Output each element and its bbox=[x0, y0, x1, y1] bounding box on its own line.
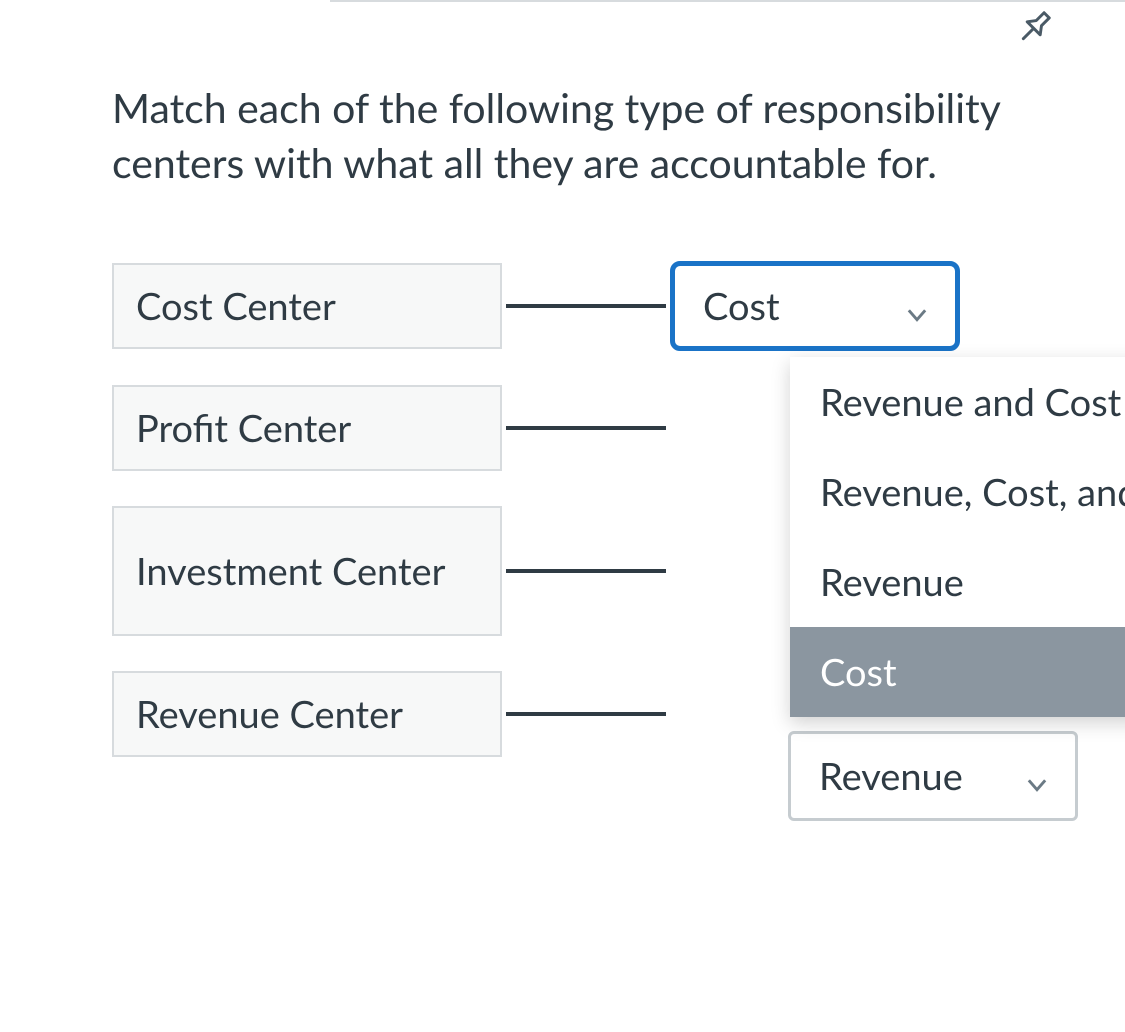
dropdown-panel: Revenue and Cost Revenue, Cost, and Reve… bbox=[790, 357, 1125, 717]
select-cost-center[interactable]: Cost bbox=[670, 261, 960, 351]
left-term-cost-center: Cost Center bbox=[112, 263, 502, 349]
left-term-label: Investment Center bbox=[136, 548, 445, 594]
dropdown-option-revenue[interactable]: Revenue bbox=[790, 537, 1125, 627]
connector-line bbox=[506, 426, 666, 430]
dropdown-option-label: Revenue and Cost bbox=[820, 379, 1121, 425]
left-term-label: Cost Center bbox=[136, 283, 336, 329]
dropdown-option-cost[interactable]: Cost bbox=[790, 627, 1125, 717]
dropdown-option-label: Revenue bbox=[820, 559, 964, 605]
left-term-label: Revenue Center bbox=[136, 691, 403, 737]
match-row-cost-center: Cost Center Cost bbox=[112, 261, 1125, 351]
select-revenue-center[interactable]: Revenue bbox=[788, 731, 1078, 821]
match-area: Cost Center Cost Profit Center Investmen… bbox=[112, 261, 1125, 759]
dropdown-option-label: Revenue, Cost, and bbox=[820, 469, 1125, 515]
left-term-revenue-center: Revenue Center bbox=[112, 671, 502, 757]
select-value: Cost bbox=[703, 283, 780, 329]
question-text: Match each of the following type of resp… bbox=[112, 80, 1052, 191]
chevron-down-icon bbox=[903, 292, 931, 320]
dropdown-option-label: Cost bbox=[820, 649, 897, 695]
left-term-label: Profit Center bbox=[136, 405, 351, 451]
dropdown-option-revenue-cost-and[interactable]: Revenue, Cost, and bbox=[790, 447, 1125, 537]
connector-line bbox=[506, 569, 666, 573]
left-term-profit-center: Profit Center bbox=[112, 385, 502, 471]
left-term-investment-center: Investment Center bbox=[112, 506, 502, 636]
select-value: Revenue bbox=[819, 753, 963, 799]
connector-line bbox=[506, 304, 666, 308]
dropdown-option-revenue-and-cost[interactable]: Revenue and Cost bbox=[790, 357, 1125, 447]
chevron-down-icon bbox=[1023, 762, 1051, 790]
connector-line bbox=[506, 712, 666, 716]
